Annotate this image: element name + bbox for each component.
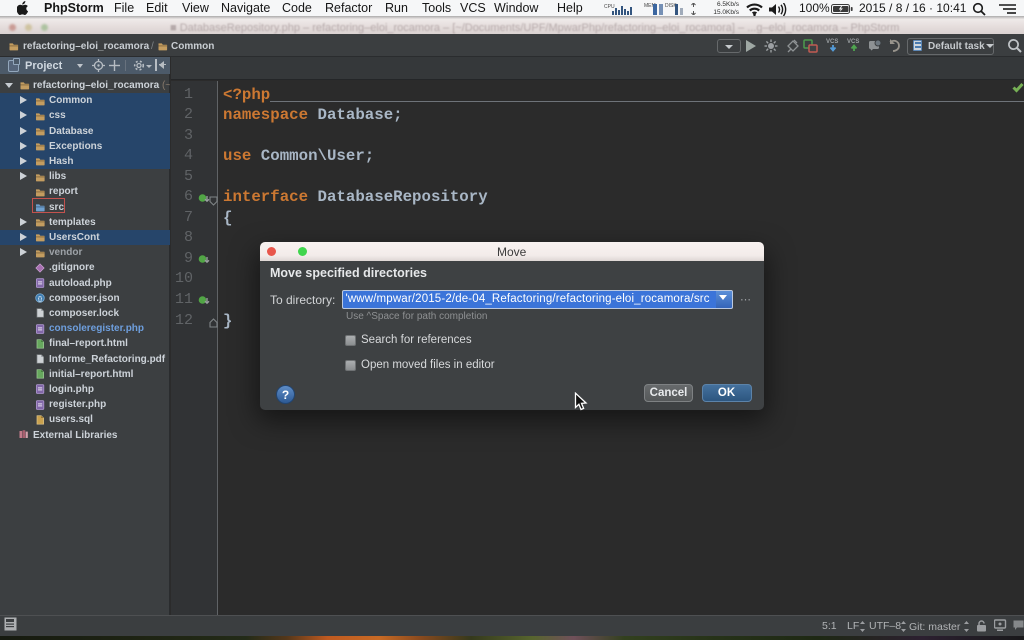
svg-text:VCS: VCS bbox=[826, 39, 838, 45]
svg-text:CPU: CPU bbox=[604, 4, 615, 10]
svg-text:VCS: VCS bbox=[847, 39, 859, 45]
